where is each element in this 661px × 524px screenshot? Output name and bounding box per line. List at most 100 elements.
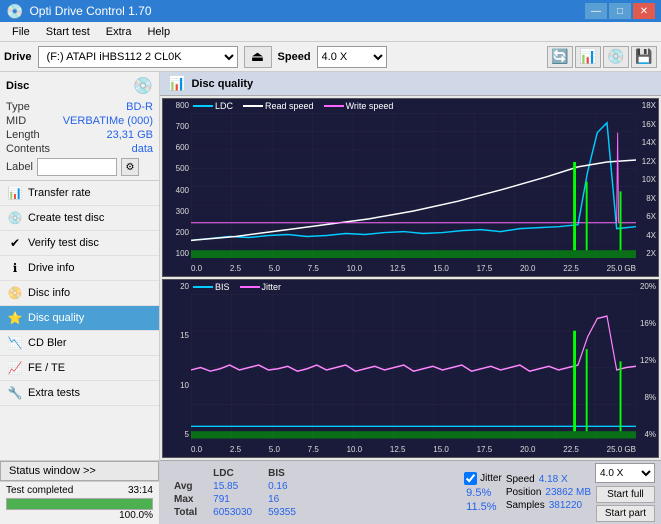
sidebar-item-disc-info[interactable]: 📀 Disc info xyxy=(0,281,159,306)
nav-items: 📊 Transfer rate 💿 Create test disc ✔ Ver… xyxy=(0,181,159,460)
status-window-label: Status window >> xyxy=(9,465,96,477)
progress-bar-inner xyxy=(7,499,152,509)
sidebar-item-create-test-disc[interactable]: 💿 Create test disc xyxy=(0,206,159,231)
disc-info-icon: 📀 xyxy=(8,286,22,300)
position-row: Position 23862 MB xyxy=(506,487,591,498)
status-time: 33:14 xyxy=(128,485,153,496)
content-header: 📊 Disc quality xyxy=(160,72,661,96)
disc-label-button[interactable]: ⚙ xyxy=(121,158,139,176)
menu-help[interactable]: Help xyxy=(139,24,178,40)
content-header-icon: 📊 xyxy=(168,75,185,92)
toolbar-disc-btn[interactable]: 💿 xyxy=(603,46,629,68)
disc-contents-label: Contents xyxy=(6,143,50,155)
drive-info-icon: ℹ xyxy=(8,261,22,275)
eject-button[interactable]: ⏏ xyxy=(244,46,272,68)
legend-jitter: Jitter xyxy=(240,282,282,292)
toolbar-save-btn[interactable]: 💾 xyxy=(631,46,657,68)
toolbar-icons: 🔄 📊 💿 💾 xyxy=(547,46,657,68)
bottom-chart-svg xyxy=(191,294,636,441)
stats-total-bis: 59355 xyxy=(260,506,304,519)
top-chart-svg xyxy=(191,113,636,260)
sidebar-item-extra-tests[interactable]: 🔧 Extra tests xyxy=(0,381,159,406)
stats-max-bis: 16 xyxy=(260,493,304,506)
jitter-max-value: 11.5% xyxy=(466,501,500,513)
drive-label: Drive xyxy=(4,51,32,63)
stats-header-empty xyxy=(166,467,205,480)
disc-label-input[interactable] xyxy=(37,158,117,176)
sidebar-item-disc-quality[interactable]: ⭐ Disc quality xyxy=(0,306,159,331)
y-left-200: 200 xyxy=(176,228,189,237)
speed-select[interactable]: 4.0 X xyxy=(317,46,387,68)
disc-mid-label: MID xyxy=(6,115,26,127)
legend-read-speed-label: Read speed xyxy=(265,101,314,111)
main-content: 📊 Disc quality LDC Read speed xyxy=(160,72,661,524)
titlebar-controls: — □ ✕ xyxy=(585,3,655,19)
legend-ldc-label: LDC xyxy=(215,101,233,111)
stats-header-bis: BIS xyxy=(260,467,304,480)
app-title: Opti Drive Control 1.70 xyxy=(29,4,151,18)
bottom-chart-y-axis-left: 20 15 10 5 xyxy=(163,280,191,441)
charts-area: LDC Read speed Write speed 800 700 xyxy=(160,96,661,460)
disc-panel: Disc 💿 Type BD-R MID VERBATIMe (000) Len… xyxy=(0,72,159,181)
top-chart-y-axis-left: 800 700 600 500 400 300 200 100 xyxy=(163,99,191,260)
stats-data-table: LDC BIS Avg 15.85 0.16 Max 791 16 Tota xyxy=(166,467,304,519)
y-left-300: 300 xyxy=(176,207,189,216)
y-left-600: 600 xyxy=(176,143,189,152)
stats-table: LDC BIS Avg 15.85 0.16 Max 791 16 Tota xyxy=(166,467,460,519)
stats-avg-label: Avg xyxy=(166,480,205,493)
disc-label-label: Label xyxy=(6,161,33,173)
sidebar-item-cd-bler[interactable]: 📉 CD Bler xyxy=(0,331,159,356)
start-part-button[interactable]: Start part xyxy=(596,505,655,522)
toolbar-refresh-btn[interactable]: 🔄 xyxy=(547,46,573,68)
maximize-button[interactable]: □ xyxy=(609,3,631,19)
fe-te-icon: 📈 xyxy=(8,361,22,375)
sidebar-item-label-transfer-rate: Transfer rate xyxy=(28,187,91,199)
position-label: Position xyxy=(506,487,542,498)
status-section: Status window >> Test completed 33:14 10… xyxy=(0,460,159,524)
menu-start-test[interactable]: Start test xyxy=(38,24,98,40)
samples-row: Samples 381220 xyxy=(506,500,591,511)
progress-bar-outer xyxy=(6,498,153,510)
y-left-100: 100 xyxy=(176,249,189,258)
titlebar: 💿 Opti Drive Control 1.70 — □ ✕ xyxy=(0,0,661,22)
disc-label-row: Label ⚙ xyxy=(6,158,153,176)
bottom-chart: BIS Jitter 20 15 10 5 xyxy=(162,279,659,458)
drive-select[interactable]: (F:) ATAPI iHBS112 2 CL0K xyxy=(38,46,238,68)
sidebar-item-transfer-rate[interactable]: 📊 Transfer rate xyxy=(0,181,159,206)
top-chart-legend: LDC Read speed Write speed xyxy=(193,101,393,111)
toolbar-graph-btn[interactable]: 📊 xyxy=(575,46,601,68)
jitter-checkbox[interactable] xyxy=(464,472,477,485)
legend-jitter-label: Jitter xyxy=(262,282,282,292)
transfer-rate-icon: 📊 xyxy=(8,186,22,200)
content-title: Disc quality xyxy=(191,78,253,90)
stats-total-ldc: 6053030 xyxy=(205,506,260,519)
top-chart-y-axis-right: 18X 16X 14X 12X 10X 8X 6X 4X 2X xyxy=(636,99,658,260)
legend-ldc: LDC xyxy=(193,101,233,111)
start-full-button[interactable]: Start full xyxy=(596,486,655,503)
status-window-button[interactable]: Status window >> xyxy=(0,461,159,481)
close-button[interactable]: ✕ xyxy=(633,3,655,19)
action-section: 4.0 X Start full Start part xyxy=(595,463,655,522)
bottom-chart-legend: BIS Jitter xyxy=(193,282,281,292)
legend-read-speed: Read speed xyxy=(243,101,314,111)
speed-curr-label: Speed xyxy=(506,474,535,485)
top-chart: LDC Read speed Write speed 800 700 xyxy=(162,98,659,277)
disc-title: Disc xyxy=(6,80,29,92)
menu-file[interactable]: File xyxy=(4,24,38,40)
jitter-check-row: Jitter xyxy=(464,472,502,485)
y-left-800: 800 xyxy=(176,101,189,110)
stats-avg-bis: 0.16 xyxy=(260,480,304,493)
samples-label: Samples xyxy=(506,500,545,511)
speed-label: Speed xyxy=(278,51,311,63)
sidebar-item-label-verify-disc: Verify test disc xyxy=(28,237,99,249)
sidebar-item-verify-test-disc[interactable]: ✔ Verify test disc xyxy=(0,231,159,256)
speed-select-small[interactable]: 4.0 X xyxy=(595,463,655,483)
legend-bis: BIS xyxy=(193,282,230,292)
sidebar-item-drive-info[interactable]: ℹ Drive info xyxy=(0,256,159,281)
stats-avg-ldc: 15.85 xyxy=(205,480,260,493)
sidebar-item-fe-te[interactable]: 📈 FE / TE xyxy=(0,356,159,381)
sidebar-item-label-extra-tests: Extra tests xyxy=(28,387,80,399)
minimize-button[interactable]: — xyxy=(585,3,607,19)
menu-extra[interactable]: Extra xyxy=(98,24,140,40)
menubar: File Start test Extra Help xyxy=(0,22,661,42)
